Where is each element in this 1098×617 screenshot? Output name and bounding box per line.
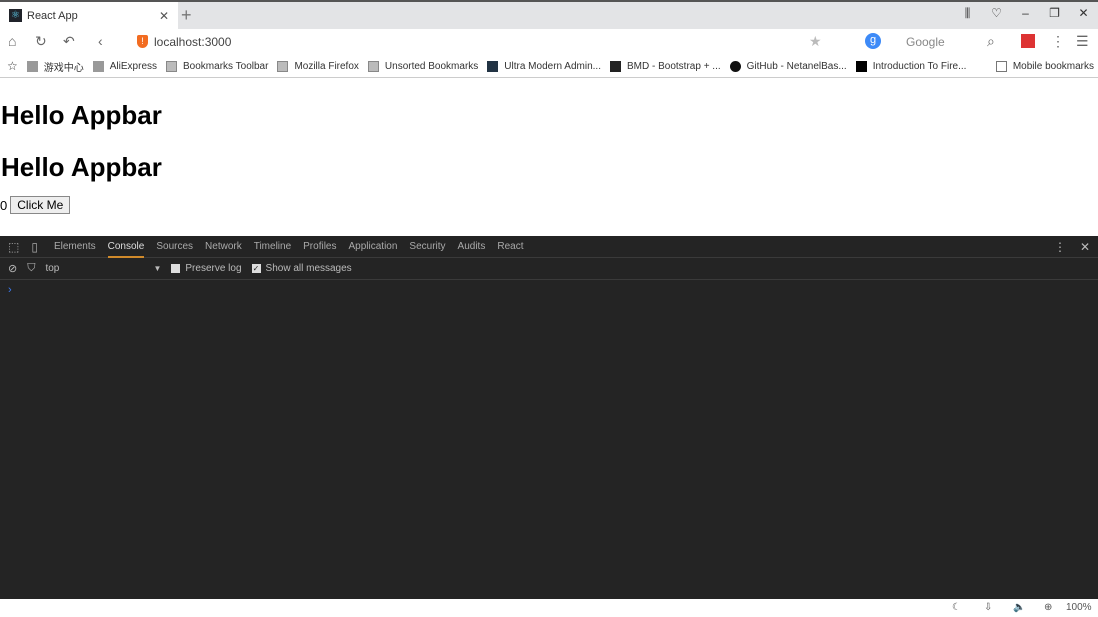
inspect-icon[interactable]: ⬚ [8, 236, 19, 258]
bookmarks-bar: ☆ 游戏中心 AliExpress Bookmarks Toolbar Mozi… [0, 55, 1098, 78]
restore-button[interactable]: ❐ [1040, 6, 1069, 21]
zoom-level[interactable]: 100% [1066, 602, 1092, 613]
context-select[interactable]: top [45, 263, 153, 274]
sidebar-toggle-icon[interactable]: ⫼ [953, 6, 982, 21]
tab-sources[interactable]: Sources [156, 236, 193, 258]
shield-icon: ! [137, 35, 148, 48]
extension-icon[interactable] [1021, 34, 1035, 48]
devtools-panel: ⬚ ▯ Elements Console Sources Network Tim… [0, 236, 1098, 599]
google-icon[interactable]: g [865, 33, 881, 49]
skin-icon[interactable]: ♡ [982, 6, 1011, 21]
minimize-button[interactable]: – [1011, 6, 1040, 21]
tab-title: React App [27, 9, 78, 22]
back-icon[interactable]: ‹ [98, 33, 103, 49]
reload-icon[interactable]: ↻ [35, 33, 47, 50]
heading: Hello Appbar [1, 152, 162, 182]
bookmark[interactable]: Mozilla Firefox [277, 60, 359, 72]
counter-value: 0 [0, 197, 8, 213]
clear-console-icon[interactable]: ⊘ [8, 262, 17, 275]
download-icon[interactable]: ⇩ [984, 602, 992, 613]
react-favicon-icon: ⚛ [9, 9, 22, 22]
new-tab-button[interactable]: + [181, 5, 192, 26]
zoom-icon[interactable]: ⊕ [1044, 602, 1052, 613]
more-icon[interactable]: ⋮ [1051, 33, 1065, 50]
search-input[interactable]: Google [906, 35, 945, 49]
tab-bar: ⚛ React App ✕ + ⫼ ♡ – ❐ ✕ [0, 0, 1098, 29]
menu-icon[interactable]: ☰ [1076, 33, 1089, 50]
filter-icon[interactable]: ⛉ [27, 262, 35, 275]
tab-application[interactable]: Application [349, 236, 398, 258]
status-bar: ☾ ⇩ 🔈 ⊕ 100% [0, 599, 1098, 617]
nav-bar: ⌂ ↻ ↶ ‹ ! localhost:3000 ★ g Google ⌕ ⋮ … [0, 29, 1098, 55]
tab-network[interactable]: Network [205, 236, 242, 258]
devtools-more-icon[interactable]: ⋮ [1054, 240, 1066, 254]
bookmark[interactable]: Bookmarks Toolbar [166, 60, 268, 72]
tab-timeline[interactable]: Timeline [254, 236, 291, 258]
tab-elements[interactable]: Elements [54, 236, 96, 258]
bookmark[interactable]: Introduction To Fire... [855, 60, 966, 72]
click-me-button[interactable]: Click Me [10, 196, 71, 214]
address-bar[interactable]: localhost:3000 [154, 35, 231, 49]
page-content: Hello Appbar Hello Appbar 0 Click Me [0, 79, 1098, 236]
bookmark[interactable]: BMD - Bootstrap + ... [610, 60, 721, 72]
tab-react-app[interactable]: ⚛ React App ✕ [0, 2, 178, 29]
tab-audits[interactable]: Audits [458, 236, 486, 258]
devtools-close-icon[interactable]: ✕ [1080, 240, 1090, 254]
heading: Hello Appbar [1, 100, 162, 130]
chevron-down-icon[interactable]: ▼ [153, 264, 161, 273]
preserve-log-label: Preserve log [185, 263, 242, 274]
preserve-log-checkbox[interactable] [171, 264, 181, 273]
volume-icon[interactable]: 🔈 [1013, 602, 1025, 613]
close-tab-icon[interactable]: ✕ [159, 9, 169, 23]
search-icon[interactable]: ⌕ [987, 33, 995, 50]
star-icon[interactable]: ★ [809, 33, 822, 50]
bookmark-star-icon[interactable]: ☆ [7, 59, 18, 73]
console-prompt[interactable]: › [0, 280, 1098, 300]
undo-icon[interactable]: ↶ [63, 33, 75, 50]
home-icon[interactable]: ⌂ [8, 33, 16, 49]
tab-profiles[interactable]: Profiles [303, 236, 336, 258]
tab-react[interactable]: React [497, 236, 523, 258]
close-window-button[interactable]: ✕ [1069, 6, 1098, 21]
bookmark[interactable]: GitHub - NetanelBas... [729, 60, 847, 72]
night-mode-icon[interactable]: ☾ [952, 602, 961, 613]
bookmark[interactable]: Ultra Modern Admin... [487, 60, 601, 72]
tab-security[interactable]: Security [409, 236, 445, 258]
show-all-label: Show all messages [265, 263, 352, 274]
device-icon[interactable]: ▯ [31, 236, 38, 258]
bookmark[interactable]: Unsorted Bookmarks [367, 60, 478, 72]
tab-console[interactable]: Console [107, 236, 145, 258]
bookmark[interactable]: AliExpress [92, 60, 157, 72]
show-all-checkbox[interactable]: ✓ [251, 264, 261, 273]
bookmark[interactable]: 游戏中心 [26, 59, 84, 74]
mobile-bookmarks[interactable]: Mobile bookmarks [995, 60, 1094, 72]
